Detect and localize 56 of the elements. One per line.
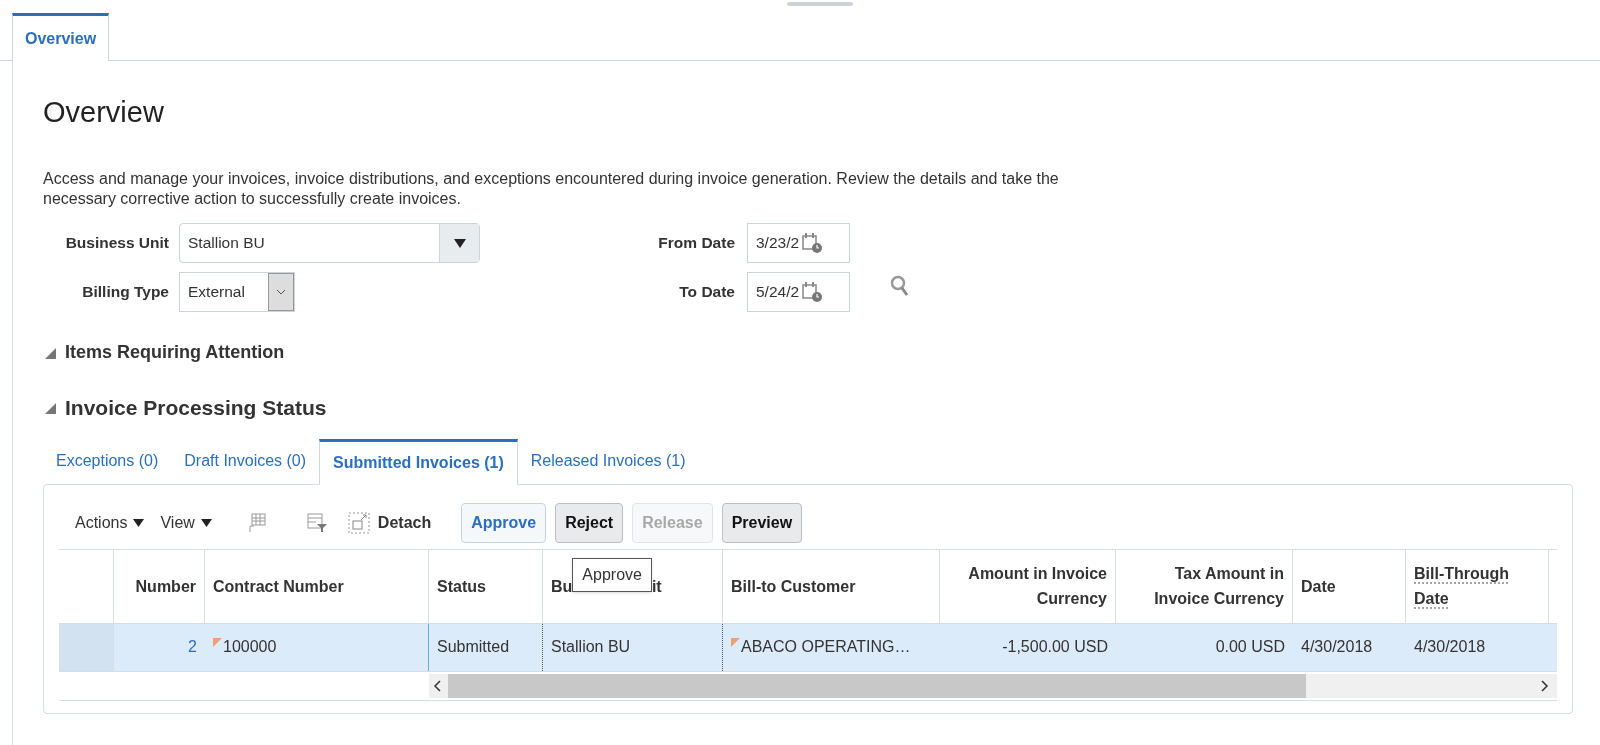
menu-button[interactable]: View — [160, 510, 212, 535]
number-link[interactable]: 2 — [188, 635, 197, 659]
calendar-icon[interactable] — [801, 281, 824, 303]
chevron-down-icon — [276, 289, 286, 295]
column-header[interactable]: Bill-to Customer — [723, 549, 940, 623]
chevron-right-icon[interactable] — [1541, 679, 1549, 692]
table-cell-text: 4/30/2018 — [1414, 637, 1486, 657]
tooltip: Approve — [572, 558, 652, 592]
table-cell-text: 0.00 USD — [1215, 637, 1285, 657]
column-header[interactable]: Bill-Through Date — [1406, 549, 1549, 623]
table-cell-text: ABACO OPERATING… — [741, 637, 911, 657]
section-heading: Invoice Processing Status — [65, 395, 327, 421]
business-unit-dropdown[interactable]: Stallion BU — [179, 223, 480, 263]
toolbar-button[interactable]: Preview — [721, 502, 803, 543]
status-tab[interactable]: Released Invoices (1) — [517, 437, 699, 484]
toolbar-button[interactable]: Reject — [555, 502, 624, 543]
billing-type-select[interactable]: External — [179, 272, 295, 312]
caret-icon — [133, 518, 145, 527]
page-description: Access and manage your invoices, invoice distributions, and exceptions encountered during invoice generation. Review the details and take the necessary corrective action to successfully create invoices. — [43, 169, 1060, 209]
section-heading: Items Requiring Attention — [65, 341, 285, 364]
drag-handle[interactable] — [787, 2, 853, 6]
table-cell-text: Submitted — [437, 637, 510, 657]
table-cell-text: 100000 — [223, 637, 277, 657]
table-cell-text: Stallion BU — [551, 637, 631, 657]
table-cell-text: 4/30/2018 — [1301, 637, 1373, 657]
status-tab[interactable]: Exceptions (0) — [43, 437, 172, 484]
column-header[interactable]: Date — [1293, 549, 1406, 623]
table-row[interactable]: 2 100000 Submitted Stallion BU ABACO OPERATING… -1,500.00 USD 0.00 USD 4/30/2018 4/30/2018 — [59, 623, 1557, 672]
page-title: Overview — [43, 95, 165, 129]
chevron-left-icon[interactable] — [433, 679, 441, 692]
filter-icon[interactable] — [305, 511, 328, 534]
caret-icon — [200, 518, 212, 527]
column-header[interactable]: Number — [114, 549, 205, 623]
table-cell-text: -1,500.00 USD — [1002, 637, 1108, 657]
field-label: To Date — [678, 282, 736, 303]
detach-button[interactable]: Detach — [347, 510, 432, 535]
date-field[interactable]: 5/24/2 — [747, 272, 850, 312]
detach-icon — [347, 511, 370, 534]
status-tab[interactable]: Draft Invoices (0) — [171, 437, 320, 484]
calendar-icon[interactable] — [801, 232, 824, 254]
column-header[interactable]: Status — [429, 549, 543, 623]
column-header[interactable]: Contract Number — [205, 549, 429, 623]
field-label: Business Unit — [64, 233, 170, 254]
caret-icon — [453, 238, 466, 248]
menu-button[interactable]: Actions — [75, 510, 145, 535]
column-header[interactable]: Amount in Invoice Currency — [940, 549, 1116, 623]
date-field[interactable]: 3/23/2 — [747, 223, 850, 263]
column-header[interactable]: Tax Amount in Invoice Currency — [1116, 549, 1293, 623]
horizontal-scrollbar[interactable] — [429, 673, 1557, 698]
toolbar-button[interactable]: Approve — [461, 502, 547, 543]
column-header[interactable]: Bu Approve it — [543, 549, 723, 623]
field-label: From Date — [657, 233, 736, 254]
toolbar-button: Release — [632, 502, 713, 543]
field-label: Billing Type — [81, 282, 170, 303]
overview-tab[interactable]: Overview — [12, 13, 110, 61]
status-tab[interactable]: Submitted Invoices (1) — [319, 438, 518, 485]
